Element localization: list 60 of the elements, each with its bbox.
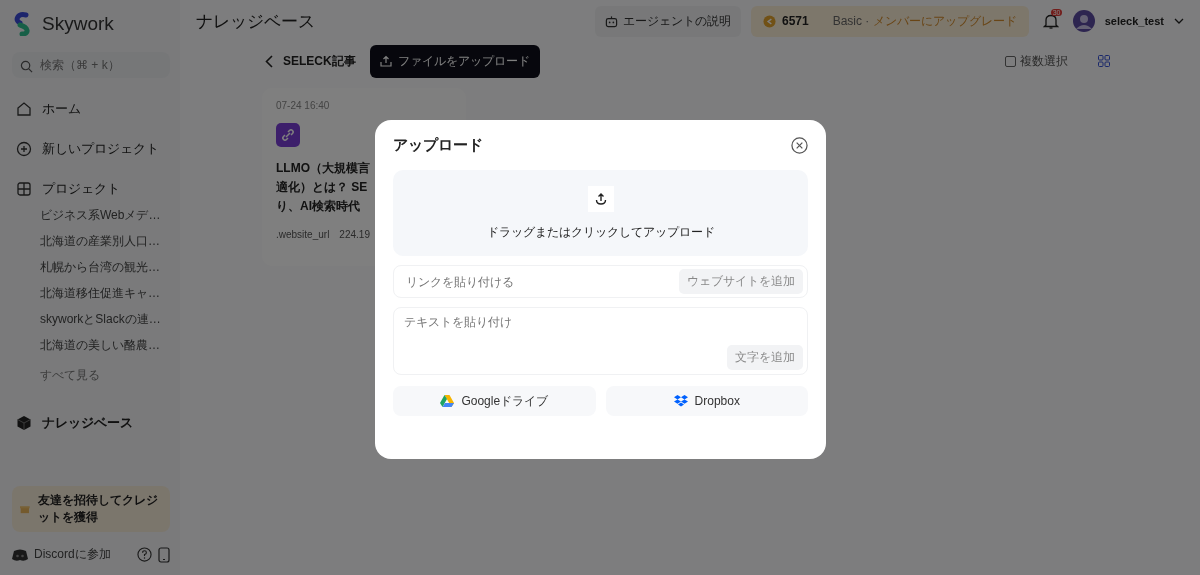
upload-icon [379, 55, 392, 67]
discord-icon [12, 548, 28, 561]
app-name: Skywork [42, 13, 114, 35]
chevron-down-icon[interactable] [1174, 18, 1184, 24]
invite-text: 友達を招待してクレジットを獲得 [37, 492, 159, 526]
search-field[interactable]: 検索（⌘ + k） [12, 52, 170, 78]
nav-item[interactable]: プロジェクト [12, 180, 170, 198]
drop-zone[interactable]: ドラッグまたはクリックしてアップロード [393, 170, 808, 256]
drop-zone-text: ドラッグまたはクリックしてアップロード [486, 223, 715, 241]
nav-item[interactable]: ホーム [12, 100, 170, 118]
import-source-button[interactable]: Dropbox [605, 386, 808, 416]
plan-label: Basic · メンバーにアップグレード [832, 12, 1017, 30]
add-text-button[interactable]: 文字を追加 [727, 345, 803, 370]
close-icon[interactable] [791, 137, 808, 154]
bell-icon[interactable] [1042, 12, 1059, 30]
cube-icon [16, 415, 32, 431]
see-all-link[interactable]: すべて見る [40, 367, 170, 384]
plus-circle-icon [16, 141, 32, 157]
avatar-icon[interactable] [1072, 10, 1095, 32]
import-source-button[interactable]: Googleドライブ [393, 386, 596, 416]
card-title: LLMO（大規模言 適化）とは？ SE り、AI検索時代 [276, 160, 370, 216]
card-source: .website_url [276, 228, 330, 240]
home-icon [16, 101, 32, 117]
folder-title: SELECK記事 [283, 52, 356, 70]
phone-icon[interactable] [157, 546, 170, 563]
project-link[interactable]: 札幌から台湾の観光… [40, 259, 170, 276]
project-link[interactable]: 北海道の美しい酪農… [40, 337, 170, 354]
nav-label: プロジェクト [42, 180, 120, 198]
upload-file-button[interactable]: ファイルをアップロード [369, 44, 540, 78]
robot-icon [604, 14, 618, 28]
project-link[interactable]: ビジネス系Webメデ… [40, 207, 170, 224]
coin-icon [762, 14, 776, 28]
user-name[interactable]: seleck_test [1104, 15, 1164, 27]
dropbox-icon [673, 395, 688, 407]
link-field[interactable]: リンクを貼り付ける ウェブサイトを追加 [393, 265, 808, 298]
help-icon[interactable] [136, 547, 152, 562]
credit-count: 6571 [781, 14, 809, 28]
nav-item[interactable]: 新しいプロジェクト [12, 140, 170, 158]
upload-icon [587, 185, 614, 212]
text-field[interactable]: テキストを貼り付け 文字を追加 [393, 307, 808, 375]
invite-banner[interactable]: 友達を招待してクレジットを獲得 [12, 486, 170, 532]
project-link[interactable]: 北海道移住促進キャ… [40, 285, 170, 302]
grid-view-icon[interactable] [1098, 55, 1110, 67]
page-title: ナレッジベース [196, 10, 316, 33]
multi-select-checkbox[interactable]: 複数選択 [1005, 52, 1068, 70]
card-size: 224.19 [339, 228, 370, 240]
back-icon[interactable] [265, 54, 273, 68]
triangle-icon [440, 395, 455, 407]
discord-link[interactable]: Discordに参加 [34, 546, 111, 563]
knowledge-base-item[interactable]: ナレッジベース [12, 414, 170, 432]
project-link[interactable]: 北海道の産業別人口… [40, 233, 170, 250]
nav-label: 新しいプロジェクト [42, 140, 159, 158]
card-time: 07-24 16:40 [276, 100, 330, 111]
nav-label: ホーム [42, 100, 81, 118]
project-link[interactable]: skyworkとSlackの連… [40, 311, 170, 328]
add-website-button[interactable]: ウェブサイトを追加 [679, 269, 803, 294]
link-icon [276, 123, 300, 147]
agent-guide-button[interactable]: エージェントの説明 [594, 5, 741, 37]
upgrade-bar[interactable]: 6571 Basic · メンバーにアップグレード [750, 5, 1029, 37]
grid-icon [16, 181, 32, 197]
